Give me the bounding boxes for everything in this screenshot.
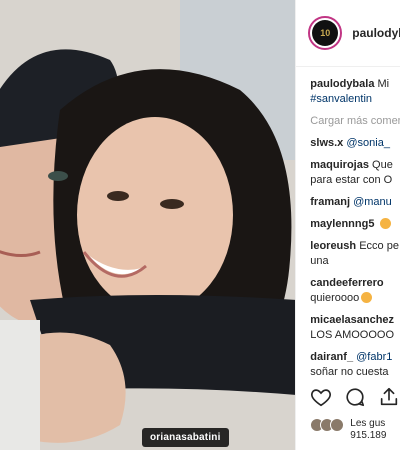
caption-user[interactable]: paulodybala (310, 78, 374, 90)
share-icon[interactable] (378, 386, 400, 408)
comment: dairanf_ @fabr1 soñar no cuesta (310, 350, 400, 380)
comment-text-line2: soñar no cuesta (310, 366, 389, 378)
comment: leoreush Ecco pe una (310, 239, 400, 269)
header-username[interactable]: paulodybala (352, 26, 400, 40)
post-photo[interactable]: orianasabatini (0, 0, 296, 450)
likes-text[interactable]: Les gus 915.189 (350, 418, 386, 442)
comment-mention[interactable]: @sonia_ (346, 137, 390, 149)
comment-mention[interactable]: @fabr1 (356, 351, 392, 363)
comment: candeeferrero quieroooo (310, 276, 400, 306)
caption-text: Mi (377, 78, 390, 90)
heart-eyes-emoji-icon (361, 292, 373, 303)
load-more-comments[interactable]: Cargar más comen (310, 114, 400, 129)
caption-hashtag[interactable]: #sanvalentin (310, 93, 372, 105)
liker-avatar (330, 418, 345, 432)
comment-text-line2: LOS AMOOOOO (310, 329, 395, 341)
caption: paulodybala Mi #sanvalentin (310, 77, 400, 107)
comment-user[interactable]: maylennng5 (310, 218, 374, 230)
comment-text-line2: quieroooo (310, 292, 360, 304)
comment-text: Que (372, 159, 393, 171)
comment-user[interactable]: framanj (310, 196, 350, 208)
comment-text: Ecco pe (359, 240, 399, 252)
instagram-post: orianasabatini 10 paulodybala paulodybal… (0, 0, 400, 450)
comment-text-line2: para estar con O (310, 174, 393, 186)
comment-user[interactable]: dairanf_ (310, 351, 353, 363)
couple-photo-illustration (0, 0, 296, 450)
post-header: 10 paulodybala (296, 0, 400, 67)
action-bar (310, 386, 400, 408)
comment: framanj @manu (310, 195, 400, 210)
comment: slws.x @sonia_ (310, 136, 400, 151)
user-tag[interactable]: orianasabatini (142, 428, 229, 447)
comment-user[interactable]: candeeferrero (310, 277, 383, 289)
comments-list: paulodybala Mi #sanvalentin Cargar más c… (296, 67, 400, 380)
heart-icon[interactable] (310, 386, 332, 408)
comment-user[interactable]: maquirojas (310, 159, 369, 171)
likes-count: 915.189 (350, 430, 387, 441)
comment: micaelasanchez LOS AMOOOOO (310, 313, 400, 343)
avatar-image: 10 (312, 20, 339, 46)
comment: maylennng5 (310, 217, 400, 232)
likes-label: Les gus (350, 418, 386, 429)
comment-text-line2: una (310, 255, 329, 267)
heart-eyes-emoji-icon (379, 218, 391, 229)
comment-user[interactable]: micaelasanchez (310, 314, 394, 326)
comment: maquirojas Que para estar con O (310, 158, 400, 188)
comment-mention[interactable]: @manu (353, 196, 392, 208)
liker-avatars (310, 418, 345, 432)
likes-summary: Les gus 915.189 (310, 418, 386, 442)
comment-icon[interactable] (344, 386, 366, 408)
avatar[interactable]: 10 (308, 16, 343, 50)
post-sidebar: 10 paulodybala paulodybala Mi #sanvalent… (295, 0, 400, 450)
comment-user[interactable]: slws.x (310, 137, 343, 149)
comment-user[interactable]: leoreush (310, 240, 356, 252)
